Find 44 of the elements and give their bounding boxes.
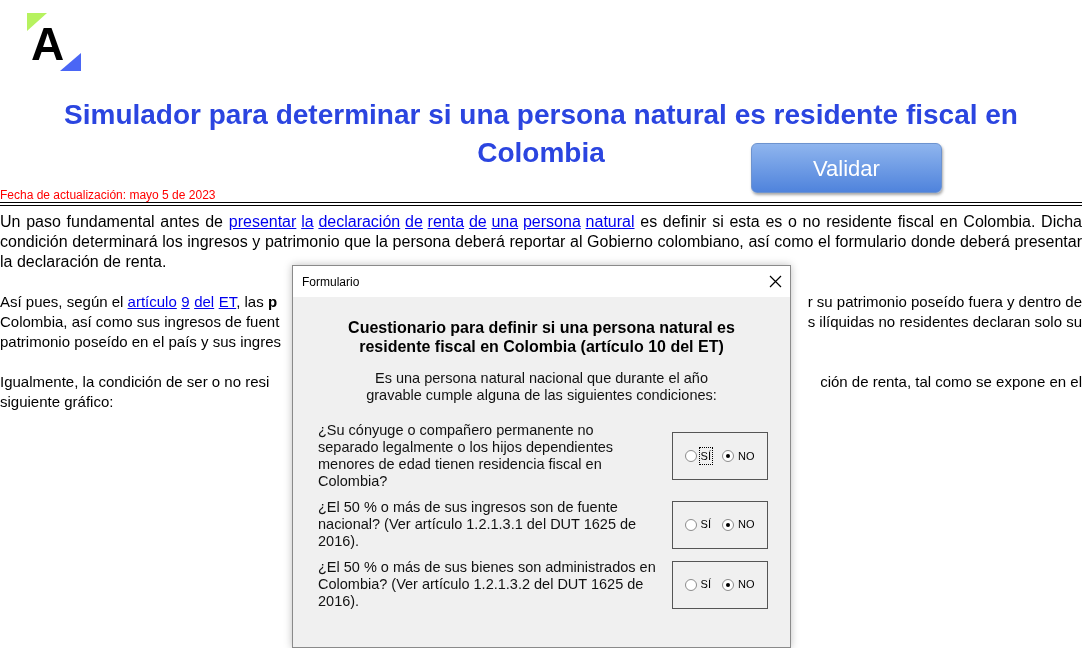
- questionnaire-heading: Cuestionario para definir si una persona natural es residente fiscal en Colombia (artículo 10 del ET): [347, 318, 736, 356]
- question-text: ¿Su cónyuge o compañero permanente no separado legalmente o los hijos dependientes menores de edad tienen residencia fiscal en Colombia?: [318, 422, 615, 490]
- text-link[interactable]: natural: [585, 213, 635, 230]
- text-link[interactable]: de: [468, 213, 487, 230]
- radio-label: SÍ: [699, 517, 712, 533]
- radio-button[interactable]: [684, 578, 697, 591]
- radio-button[interactable]: [684, 450, 697, 462]
- radio-button[interactable]: [721, 518, 734, 531]
- radio-button[interactable]: [721, 578, 734, 591]
- text-link[interactable]: del: [194, 293, 215, 310]
- update-date: Fecha de actualización: mayo 5 de 2023: [0, 188, 217, 202]
- body-text: s ilíquidas no residentes declaran solo su: [807, 312, 1082, 332]
- question-text: ¿El 50 % o más de sus ingresos son de fuente nacional? (Ver artículo 1.2.1.3.1 del DUT 1625 de 2016).: [318, 499, 638, 550]
- text-link[interactable]: declaración: [318, 213, 401, 230]
- body-text: Igualmente, la condición de ser o no resi: [0, 372, 270, 392]
- dialog-title: Formulario: [302, 273, 360, 291]
- question-text: ¿El 50 % o más de sus bienes son administrados en Colombia? (Ver artículo 1.2.1.3.2 del DUT 1625 de 2016).: [318, 559, 657, 610]
- radio-label: NO: [736, 517, 756, 533]
- text-link[interactable]: una: [491, 213, 519, 230]
- page-title: Colombia: [477, 136, 605, 170]
- body-text: ción de renta, tal como se expone en el: [820, 372, 1082, 392]
- radio-label: NO: [736, 448, 756, 464]
- page-title: Simulador para determinar si una persona natural es residente fiscal en: [64, 98, 1018, 132]
- text-link[interactable]: ET: [218, 293, 237, 310]
- text-link[interactable]: artículo: [127, 293, 177, 310]
- text-link[interactable]: la: [301, 213, 314, 230]
- logo-letter: A: [31, 21, 65, 67]
- body-text: Colombia, así como sus ingresos de fuent: [0, 312, 280, 332]
- radio-button[interactable]: [721, 450, 734, 462]
- radio-button[interactable]: [684, 518, 697, 531]
- text-link[interactable]: presentar: [228, 213, 297, 230]
- radio-label: SÍ: [699, 577, 712, 593]
- text-link[interactable]: de: [405, 213, 423, 230]
- text-link[interactable]: persona: [522, 213, 581, 230]
- body-text: r su patrimonio poseído fuera y dentro de: [807, 292, 1082, 312]
- body-text: patrimonio poseído en el país y sus ingres: [0, 332, 281, 352]
- radio-label: NO: [736, 577, 756, 593]
- body-text: siguiente gráfico:: [0, 392, 114, 412]
- body-text: Así pues, según el artículo 9 del ET, las p: [0, 292, 278, 312]
- text-link[interactable]: renta: [427, 213, 465, 230]
- radio-label: SÍ: [699, 447, 712, 465]
- close-icon[interactable]: [769, 275, 782, 288]
- text-link[interactable]: 9: [181, 293, 190, 310]
- questionnaire-intro: Es una persona natural nacional que durante el año gravable cumple alguna de las siguientes condiciones:: [365, 370, 718, 404]
